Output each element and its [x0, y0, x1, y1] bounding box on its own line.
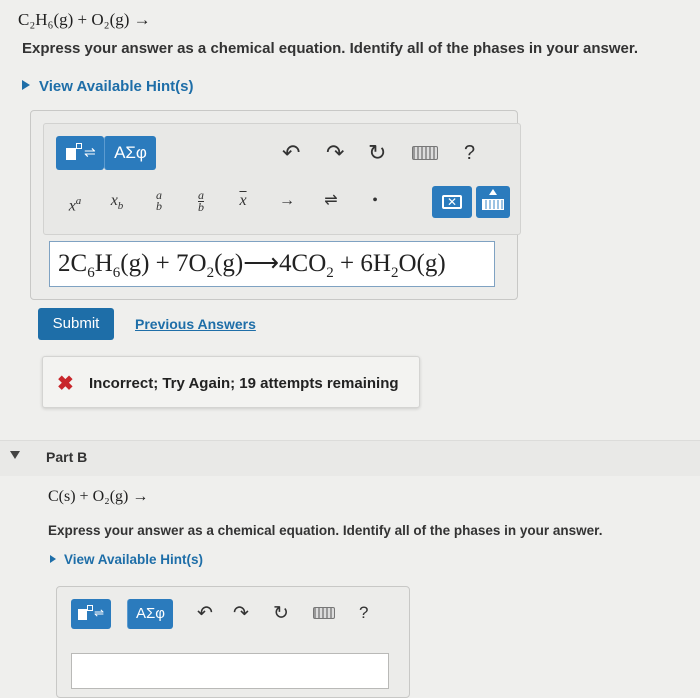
superscript-base: x	[68, 197, 76, 215]
keyboard-shortcuts-icon[interactable]	[313, 607, 335, 619]
answer-panel-part-b: ⇌ ΑΣφ ↶ ↷ ↻ ?	[56, 586, 410, 698]
keyboard-toggle-button[interactable]	[476, 186, 510, 218]
part-b-header[interactable]: Part B	[0, 440, 700, 476]
eq-part-6: O(g)	[398, 250, 446, 277]
template-button[interactable]: ⇌	[71, 599, 111, 629]
overbar-symbol: x	[239, 192, 247, 209]
undo-icon[interactable]: ↶	[282, 142, 300, 164]
expand-triangle-icon	[50, 555, 56, 563]
dot-button[interactable]: •	[358, 184, 392, 218]
answer-input-part-b[interactable]	[71, 653, 389, 689]
template-icon	[78, 609, 87, 620]
feedback-text: Incorrect; Try Again; 19 attempts remain…	[89, 375, 399, 392]
incorrect-x-icon: ✖	[57, 373, 74, 395]
fraction-bottom: b	[198, 199, 204, 214]
eq-part-5: + 6H	[333, 250, 391, 277]
keyboard-icon	[482, 199, 504, 210]
keyboard-shortcuts-icon[interactable]	[412, 146, 438, 160]
stacked-bottom: b	[156, 199, 162, 214]
template-button[interactable]: ⇌	[56, 136, 104, 170]
part-b-label: Part B	[46, 449, 88, 465]
feedback-box: ✖ Incorrect; Try Again; 19 attempts rema…	[42, 356, 420, 408]
eq-part-1: 2C	[58, 250, 88, 277]
subscript-button[interactable]: xb	[100, 184, 134, 218]
eq-part-3: (g) + 7O	[120, 250, 207, 277]
redo-icon[interactable]: ↷	[326, 142, 344, 164]
subscript-exp: b	[117, 200, 124, 213]
hint-link-label: View Available Hint(s)	[39, 78, 194, 95]
instruction-part-b: Express your answer as a chemical equati…	[48, 523, 603, 538]
greek-letters-button[interactable]: ΑΣφ	[104, 136, 156, 170]
overbar-button[interactable]: x	[226, 184, 260, 218]
eq-sub-4: 2	[326, 265, 334, 281]
previous-answers-link[interactable]: Previous Answers	[135, 316, 256, 332]
help-button[interactable]: ?	[359, 603, 368, 623]
right-arrow-button[interactable]: →	[270, 184, 304, 218]
answer-input-part-a[interactable]: 2C6H6(g) + 7O2(g)⟶4CO2 + 6H2O(g)	[49, 241, 495, 287]
eq-part-2: H	[94, 250, 113, 277]
eq-sub-3: 2	[206, 265, 215, 281]
equilibrium-arrow-button[interactable]: ⇌	[314, 184, 348, 218]
fraction-button[interactable]: a b	[184, 184, 218, 218]
eq-part-4: (g)⟶4CO	[214, 250, 327, 277]
stacked-fraction-symbol: a b	[156, 189, 162, 214]
expand-triangle-icon	[22, 80, 30, 90]
question-part-a: C₂H₆(g) + O₂(g) →	[18, 10, 151, 29]
delete-icon: ✕	[442, 195, 462, 209]
template-icon-box	[76, 143, 82, 149]
instruction-part-a: Express your answer as a chemical equati…	[22, 40, 639, 57]
question-part-b: C(s) + O₂(g) →	[48, 488, 149, 505]
template-icon-arrows: ⇌	[94, 606, 105, 620]
reset-icon[interactable]: ↻	[273, 603, 289, 625]
superscript-button[interactable]: xa	[58, 184, 92, 218]
submit-button[interactable]: Submit	[38, 308, 114, 340]
template-icon-box	[87, 605, 93, 611]
view-hints-link-part-b[interactable]: View Available Hint(s)	[50, 552, 203, 567]
answer-panel-part-a: ⇌ ΑΣφ ↶ ↷ ↻ ? xa xb a b a b x → ⇌ • ✕ 2C…	[30, 110, 521, 300]
hint-link-label: View Available Hint(s)	[64, 552, 204, 567]
template-icon	[66, 148, 76, 160]
subscript-base: x	[110, 192, 118, 209]
chevron-up-icon	[489, 189, 497, 195]
redo-icon[interactable]: ↷	[233, 603, 249, 625]
superscript-exp: a	[75, 195, 82, 207]
delete-button[interactable]: ✕	[432, 186, 472, 218]
view-hints-link-part-a[interactable]: View Available Hint(s)	[22, 78, 194, 95]
stacked-fraction-button[interactable]: a b	[142, 184, 176, 218]
eq-sub-1: 6	[87, 265, 95, 281]
equation-toolbar: ⇌ ΑΣφ ↶ ↷ ↻ ? xa xb a b a b x → ⇌ • ✕	[43, 123, 521, 235]
reset-icon[interactable]: ↻	[368, 142, 386, 164]
template-icon-arrows: ⇌	[84, 144, 96, 160]
fraction-symbol: a b	[198, 189, 204, 214]
help-button[interactable]: ?	[464, 142, 475, 165]
undo-icon[interactable]: ↶	[197, 603, 213, 625]
chevron-down-icon	[10, 451, 20, 459]
greek-letters-button[interactable]: ΑΣφ	[127, 599, 173, 629]
